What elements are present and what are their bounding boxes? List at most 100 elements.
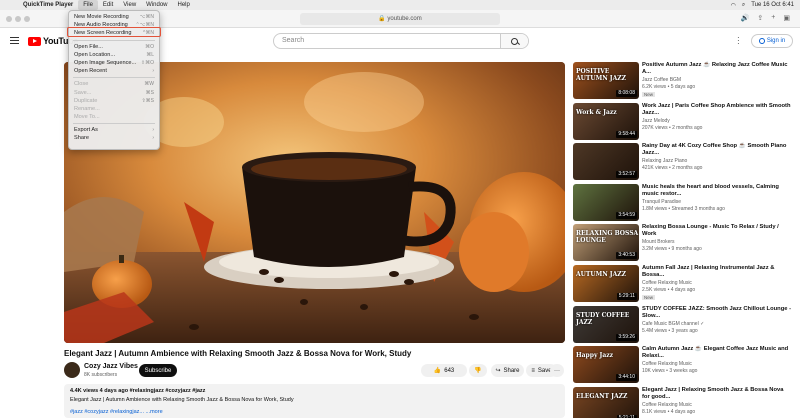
recommendation-stats: 6.2K views • 5 days ago bbox=[642, 84, 696, 90]
menu-item-label: Move To... bbox=[74, 114, 100, 121]
thumbnail-overlay-text: Happy Jazz bbox=[576, 352, 614, 360]
recommendation-thumbnail[interactable]: Work & Jazz 9:58:44 bbox=[573, 102, 639, 140]
menu-separator bbox=[73, 39, 155, 41]
recommendation-title[interactable]: Autumn Fall Jazz | Relaxing Instrumental… bbox=[642, 265, 792, 279]
subscriber-count: 8K subscribers bbox=[84, 372, 118, 378]
channel-name[interactable]: Cozy Jazz Vibes bbox=[84, 363, 138, 370]
address-bar[interactable]: 🔒 youtube.com bbox=[300, 13, 500, 25]
tabs-icon[interactable]: ▣ bbox=[783, 14, 790, 22]
recommendation-item[interactable]: ELEGANT JAZZ 5:21:11 Elegant Jazz | Relaxi… bbox=[573, 386, 795, 418]
search-box: Search bbox=[273, 33, 529, 49]
recommendation-title[interactable]: Relaxing Bossa Lounge - Music To Relax /… bbox=[642, 224, 792, 238]
recommendation-stats: 421K views • 2 months ago bbox=[642, 165, 703, 172]
menu-item-shortcut: ⌘O bbox=[145, 43, 154, 50]
wifi-icon[interactable]: ◠ bbox=[731, 2, 736, 9]
share-icon[interactable]: ⇪ bbox=[757, 14, 763, 22]
menu-item-label: Export As bbox=[74, 127, 98, 134]
file-menu-item[interactable]: Share › bbox=[69, 134, 159, 142]
recommendation-thumbnail[interactable]: Happy Jazz 3:44:10 bbox=[573, 346, 639, 384]
menu-item-shortcut: ⌘S bbox=[145, 89, 154, 96]
recommendation-thumbnail[interactable]: 3:52:57 bbox=[573, 143, 639, 181]
recommendation-thumbnail[interactable]: ELEGANT JAZZ 5:21:11 bbox=[573, 386, 639, 418]
recommendation-thumbnail[interactable]: RELAXING BOSSA LOUNGE 3:40:53 bbox=[573, 224, 639, 262]
recommendation-title[interactable]: Music heals the heart and blood vessels,… bbox=[642, 184, 792, 198]
recommendation-channel: Jazz Coffee BGM bbox=[642, 77, 682, 83]
audio-icon[interactable]: 🔊 bbox=[741, 14, 750, 22]
new-tab-icon[interactable]: + bbox=[771, 14, 775, 22]
menu-item-label: Open File... bbox=[74, 43, 103, 50]
view-meta: 4.4K views 4 days ago #relaxingjazz #coz… bbox=[70, 388, 206, 394]
settings-kebab-icon[interactable]: · · · bbox=[737, 34, 740, 48]
recommendation-thumbnail[interactable]: STUDY COFFEE JAZZ 3:59:26 bbox=[573, 305, 639, 343]
recommendation-channel: Mount Brokers bbox=[642, 239, 675, 246]
share-arrow-icon: ↪ bbox=[495, 368, 501, 374]
channel-row: Cozy Jazz Vibes 8K subscribers Subscribe… bbox=[64, 362, 565, 380]
sign-in-button[interactable]: Sign in bbox=[751, 34, 793, 48]
menu-item-label: Open Recent bbox=[74, 68, 107, 75]
recommendation-stats: 3.2M views • 9 months ago bbox=[642, 246, 702, 253]
hamburger-menu-icon[interactable] bbox=[10, 37, 19, 44]
file-menu-item[interactable]: Open Image Sequence... ⇧⌘O bbox=[69, 59, 159, 67]
dislike-button[interactable]: 👎 bbox=[469, 364, 487, 377]
recommendation-title[interactable]: STUDY COFFEE JAZZ: Smooth Jazz Chillout … bbox=[642, 306, 792, 320]
description-tags[interactable]: #jazz #cozyjazz #relaxingjaz... ...more bbox=[70, 409, 559, 415]
menu-window[interactable]: Window bbox=[141, 0, 172, 10]
recommendation-item[interactable]: 3:52:57 Rainy Day at 4K Cozy Coffee Shop … bbox=[573, 143, 795, 181]
file-menu-item[interactable]: Open Recent › bbox=[69, 67, 159, 75]
file-menu-item[interactable]: New Movie Recording ⌥⌘N bbox=[69, 13, 159, 21]
subscribe-button[interactable]: Subscribe bbox=[139, 364, 177, 377]
file-menu-item[interactable]: Open File... ⌘O bbox=[69, 43, 159, 51]
menu-app-name[interactable]: QuickTime Player bbox=[18, 0, 78, 10]
menu-file[interactable]: File bbox=[78, 0, 98, 10]
search-button[interactable] bbox=[500, 34, 528, 48]
recommendation-item[interactable]: 3:54:59 Music heals the heart and blood v… bbox=[573, 183, 795, 222]
menu-edit[interactable]: Edit bbox=[98, 0, 118, 10]
more-actions-button[interactable]: ··· bbox=[550, 364, 564, 377]
menu-item-label: Close bbox=[74, 81, 89, 88]
search-icon bbox=[511, 37, 518, 45]
recommendation-item[interactable]: POSITIVE AUTUMN JAZZ 8:08:08 Positive Autu… bbox=[573, 62, 795, 100]
recommendation-title[interactable]: Positive Autumn Jazz ☕ Relaxing Jazz Cof… bbox=[642, 62, 792, 76]
duration-badge: 3:59:26 bbox=[616, 333, 637, 341]
recommendation-channel: Cafe Music BGM channel ✓ bbox=[642, 320, 705, 327]
file-menu-item[interactable]: Export As › bbox=[69, 126, 159, 134]
search-input[interactable]: Search bbox=[274, 34, 500, 48]
channel-avatar[interactable] bbox=[64, 362, 80, 378]
menu-item-shortcut: › bbox=[152, 127, 154, 134]
file-menu-item: Move To... bbox=[69, 113, 159, 121]
clock-text[interactable]: Tue 16 Oct 6:41 bbox=[751, 2, 794, 8]
recommendation-title[interactable]: Calm Autumn Jazz ☕ Elegant Coffee Jazz M… bbox=[642, 346, 792, 360]
description-box[interactable]: 4.4K views 4 days ago #relaxingjazz #coz… bbox=[64, 384, 565, 418]
recommendation-item[interactable]: RELAXING BOSSA LOUNGE 3:40:53 Relaxing Bos… bbox=[573, 224, 795, 262]
recommendation-title[interactable]: Work Jazz | Paris Coffee Shop Ambience w… bbox=[642, 103, 792, 117]
recommendation-item[interactable]: AUTUMN JAZZ 5:29:11 Autumn Fall Jazz | Rel… bbox=[573, 265, 795, 303]
thumbs-down-icon: 👎 bbox=[474, 368, 482, 374]
recommendation-channel: Coffee Relaxing Music bbox=[642, 280, 692, 286]
file-menu-item[interactable]: Open Location... ⌘L bbox=[69, 51, 159, 59]
recommendation-stats: 1.8M views • Streamed 3 months ago bbox=[642, 205, 725, 212]
recommendation-thumbnail[interactable]: POSITIVE AUTUMN JAZZ 8:08:08 bbox=[573, 62, 639, 99]
macos-menubar: QuickTime Player File Edit View Window H… bbox=[0, 0, 800, 10]
recommendation-item[interactable]: Happy Jazz 3:44:10 Calm Autumn Jazz ☕ Eleg… bbox=[573, 346, 795, 384]
menu-view[interactable]: View bbox=[118, 0, 141, 10]
recommendation-thumbnail[interactable]: AUTUMN JAZZ 5:29:11 bbox=[573, 265, 639, 302]
recommendation-title[interactable]: Elegant Jazz | Relaxing Smooth Jazz & Bo… bbox=[642, 387, 792, 401]
menu-item-shortcut: › bbox=[152, 68, 154, 75]
recommendation-item[interactable]: Work & Jazz 9:58:44 Work Jazz | Paris Coff… bbox=[573, 102, 795, 141]
recommendation-stats: 5.4M views • 3 years ago bbox=[642, 327, 698, 334]
thumbnail-overlay-text: ELEGANT JAZZ bbox=[576, 392, 628, 400]
menu-help[interactable]: Help bbox=[173, 0, 195, 10]
share-button[interactable]: ↪ Share bbox=[491, 364, 524, 377]
recommendation-thumbnail[interactable]: 3:54:59 bbox=[573, 183, 639, 221]
file-menu-item: Rename... bbox=[69, 105, 159, 113]
window-controls[interactable] bbox=[6, 15, 30, 22]
recommendation-title[interactable]: Rainy Day at 4K Cozy Coffee Shop ☕ Smoot… bbox=[642, 143, 792, 157]
recommendation-item[interactable]: STUDY COFFEE JAZZ 3:59:26 STUDY COFFEE JAZ… bbox=[573, 305, 795, 344]
menu-separator bbox=[73, 77, 155, 79]
thumbnail-overlay-text: Work & Jazz bbox=[576, 108, 617, 116]
recommendation-channel: Tranquil Paradise bbox=[642, 198, 682, 205]
menu-item-label: Rename... bbox=[74, 105, 100, 112]
like-button[interactable]: 👍 643 bbox=[421, 364, 467, 377]
duration-badge: 8:08:08 bbox=[616, 90, 637, 97]
search-icon[interactable]: ⌕ bbox=[742, 2, 745, 9]
